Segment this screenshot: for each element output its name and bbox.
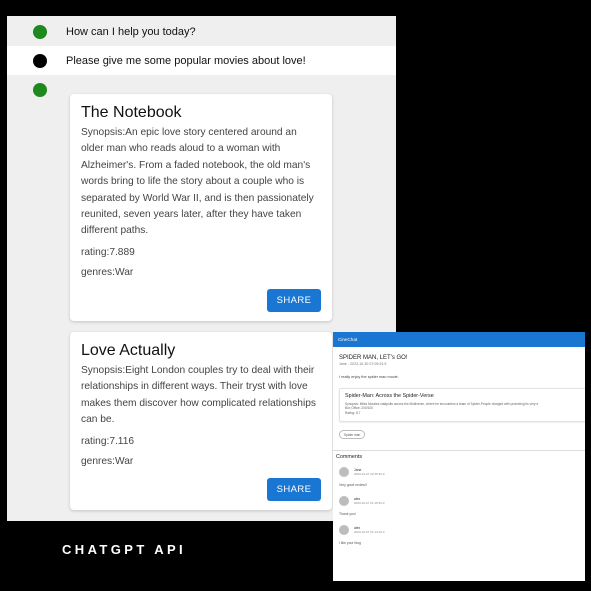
blog-post: SPIDER MAN, LET's GO! Jane - 2023-10-30 … xyxy=(333,347,585,379)
bot-avatar-dot xyxy=(33,82,47,97)
comment-date: 2023-10-07 22:25:30.0 xyxy=(354,471,385,476)
movie-genres: genres:War xyxy=(81,455,134,467)
message-text: Please give me some popular movies about… xyxy=(66,54,306,67)
movie-rating: rating:7.889 xyxy=(81,246,135,258)
comment-text: Thank you! xyxy=(339,511,356,516)
comment-text: Very good review!! xyxy=(339,482,367,487)
tag-chip[interactable]: Spider man xyxy=(339,430,366,439)
movie-synopsis: Synopsis:An epic love story centered aro… xyxy=(81,127,314,237)
movie-genres: genres:War xyxy=(81,266,134,278)
post-meta: Jane - 2023-10-30 07:09:24.5 xyxy=(339,362,387,366)
linked-movie-rating: Rating: 8.7 xyxy=(345,410,361,415)
linked-movie-card[interactable]: Spider-Man: Across the Spider-Verse Syno… xyxy=(339,388,585,422)
comment-date: 2023-10-07 21:14:10.0 xyxy=(354,529,385,534)
movie-synopsis: Synopsis:Eight London couples try to dea… xyxy=(81,365,316,426)
movie-title: Love Actually xyxy=(81,342,176,359)
comments-heading: Comments xyxy=(336,453,363,460)
user-avatar-icon xyxy=(339,495,349,506)
card-actions: SHARE xyxy=(81,477,321,501)
post-title: SPIDER MAN, LET's GO! xyxy=(339,355,408,361)
user-avatar-icon xyxy=(339,466,349,477)
app-header-bar: CineChat xyxy=(333,332,585,347)
comment-item: alex 2023-10-07 21:15:30.0 Thank you! xyxy=(333,495,585,516)
caption-text: CHATGPT API xyxy=(62,542,187,557)
bot-avatar-dot xyxy=(33,24,47,39)
movie-rating: rating:7.116 xyxy=(81,435,135,447)
movie-card: Love Actually Synopsis:Eight London coup… xyxy=(70,332,332,510)
chat-message-user: Please give me some popular movies about… xyxy=(7,46,396,75)
user-avatar-dot xyxy=(33,53,47,68)
comment-text: I like your blog xyxy=(339,540,361,545)
movie-card: The Notebook Synopsis:An epic love story… xyxy=(70,94,332,321)
post-body: I really enjoy the spider man movie. xyxy=(339,375,399,379)
share-button[interactable]: SHARE xyxy=(267,477,321,501)
message-text: How can I help you today? xyxy=(66,25,196,38)
comment-date: 2023-10-07 21:15:30.0 xyxy=(354,500,385,505)
linked-movie-title: Spider-Man: Across the Spider-Verse xyxy=(345,393,434,399)
inset-app-screenshot: CineChat SPIDER MAN, LET's GO! Jane - 20… xyxy=(333,332,585,581)
share-button[interactable]: SHARE xyxy=(267,288,321,312)
app-title: CineChat xyxy=(338,337,358,342)
chat-message-bot: How can I help you today? xyxy=(7,17,396,46)
comment-item: alex 2023-10-07 21:14:10.0 I like your b… xyxy=(333,524,585,545)
comment-item: Jane 2023-10-07 22:25:30.0 Very good rev… xyxy=(333,466,585,487)
user-avatar-icon xyxy=(339,524,349,535)
divider xyxy=(333,449,585,451)
movie-title: The Notebook xyxy=(81,104,182,121)
card-actions: SHARE xyxy=(81,288,321,312)
